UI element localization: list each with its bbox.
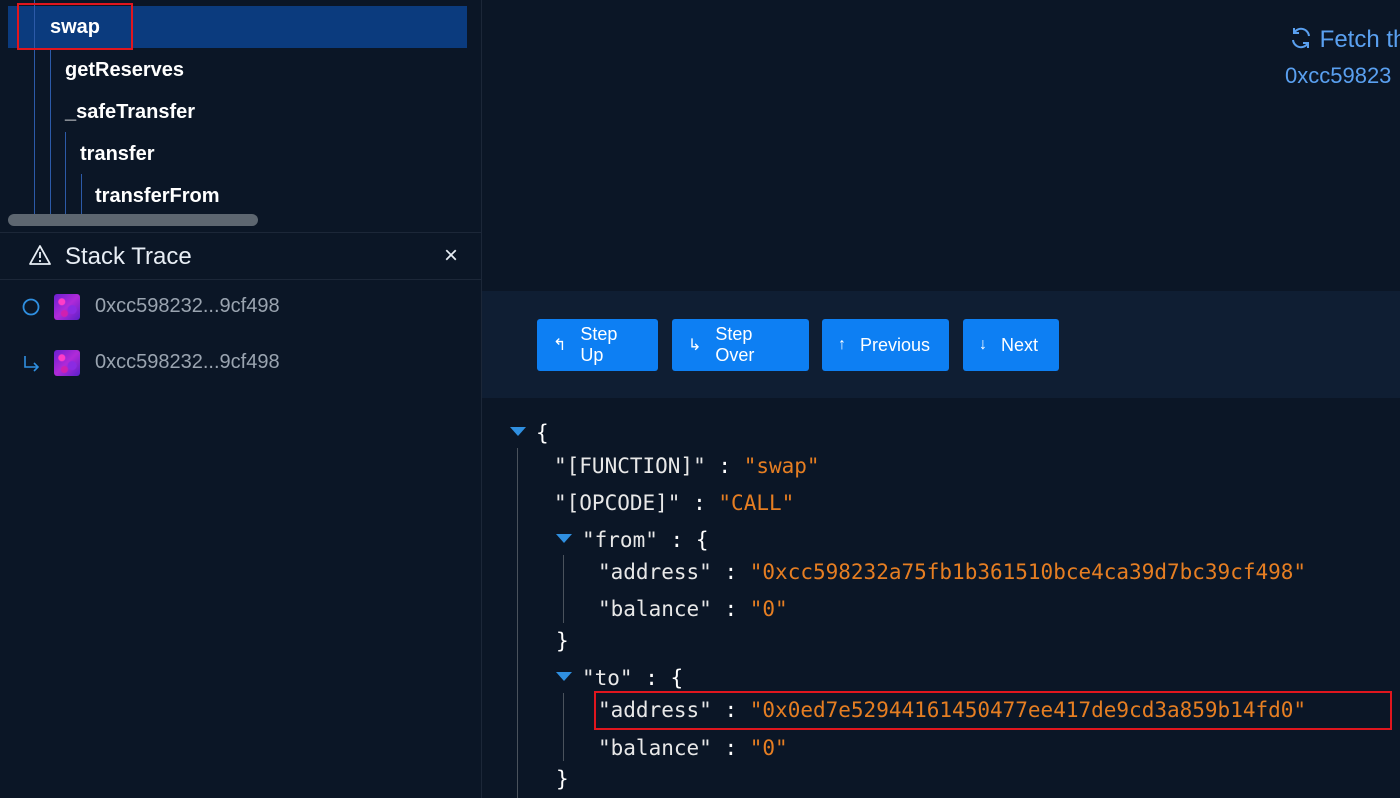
json-key: "from" [582,528,658,552]
json-indent-guide [563,693,564,761]
json-colon: : [724,597,738,621]
tree-guide-line [50,48,51,214]
collapse-triangle-icon[interactable] [556,534,572,543]
circle-icon [22,298,40,316]
json-key: "balance" [598,736,712,760]
previous-button[interactable]: ↑ Previous [822,319,949,371]
stack-trace-address: 0xcc598232...9cf498 [95,295,280,317]
json-line-opcode: "[OPCODE]" : "CALL" [554,490,794,516]
avatar [54,294,80,320]
refresh-icon [1292,27,1310,49]
tree-guide-line [65,132,66,214]
avatar [54,350,80,376]
stack-trace-address: 0xcc598232...9cf498 [95,351,280,373]
collapse-triangle-icon[interactable] [510,427,526,436]
arrow-down-icon: ↓ [979,336,987,353]
json-colon: : [693,491,706,515]
json-close-brace: } [556,629,569,653]
fetch-label: Fetch th [1319,26,1400,53]
json-open-brace: { [536,421,549,445]
json-close-brace: } [556,767,569,791]
horizontal-scrollbar[interactable] [8,214,258,226]
json-line-from: "from" : { [582,527,708,553]
json-key: "address" [598,560,712,584]
json-open-brace: { [695,528,709,552]
right-top-panel [482,0,1400,291]
json-line-to-balance: "balance" : "0" [598,735,788,761]
close-icon[interactable]: × [444,244,458,268]
stack-trace-row[interactable]: 0xcc598232...9cf498 [0,344,481,384]
json-line-from-address: "address" : "0xcc598232a75fb1b361510bce4… [598,559,1306,585]
warning-icon [29,245,51,265]
json-colon: : [645,666,658,690]
step-up-icon: ↰ [553,337,567,354]
stack-trace-header: Stack Trace × [0,232,481,280]
json-indent-guide [517,448,518,798]
call-tree: swap getReserves _safeTransfer transfer … [0,0,481,230]
step-up-button[interactable]: ↰ Step Up [537,319,658,371]
tree-item-getreserves[interactable]: getReserves [65,58,184,82]
json-value: "0" [749,736,788,760]
json-line-to: "to" : { [582,665,683,691]
left-panel: swap getReserves _safeTransfer transfer … [0,0,482,798]
highlight-box-swap [17,3,133,50]
stack-trace-title: Stack Trace [65,243,192,270]
stack-trace-row[interactable]: 0xcc598232...9cf498 [0,288,481,328]
json-key: "to" [582,666,633,690]
json-indent-guide [563,555,564,623]
json-key: "[OPCODE]" [554,491,681,515]
tree-item-transferfrom[interactable]: transferFrom [95,184,219,208]
step-up-label: Step Up [580,324,618,365]
json-key: "balance" [598,597,712,621]
next-label: Next [1001,334,1039,355]
next-button[interactable]: ↓ Next [963,319,1059,371]
json-viewer: { "[FUNCTION]" : "swap" "[OPCODE]" : "CA… [482,398,1400,798]
collapse-triangle-icon[interactable] [556,672,572,681]
step-over-label: Step Over [715,324,755,365]
json-open-brace: { [670,666,684,690]
json-key: "[FUNCTION]" [554,454,706,478]
json-colon: : [718,454,732,478]
json-value: "swap" [743,454,820,478]
step-over-icon: ↳ [688,337,702,354]
json-value: "CALL" [718,491,795,515]
json-value: "0xcc598232a75fb1b361510bce4ca39d7bc39cf… [749,560,1307,584]
json-line-function: "[FUNCTION]" : "swap" [554,453,820,479]
json-line-from-balance: "balance" : "0" [598,596,788,622]
previous-label: Previous [860,334,931,355]
json-value: "0" [749,597,788,621]
tree-guide-line [81,174,82,214]
step-over-button[interactable]: ↳ Step Over [672,319,809,371]
tree-item-transfer[interactable]: transfer [80,142,154,166]
json-colon: : [724,560,738,584]
tree-item-safetransfer[interactable]: _safeTransfer [65,100,195,124]
fetch-address: 0xcc59823 [1285,63,1392,88]
json-colon: : [724,736,738,760]
step-into-arrow-icon [24,356,40,372]
highlight-box-to-address [594,691,1392,730]
arrow-up-icon: ↑ [838,336,846,353]
fetch-link[interactable]: Fetch th [1289,26,1400,54]
json-colon: : [670,528,684,552]
